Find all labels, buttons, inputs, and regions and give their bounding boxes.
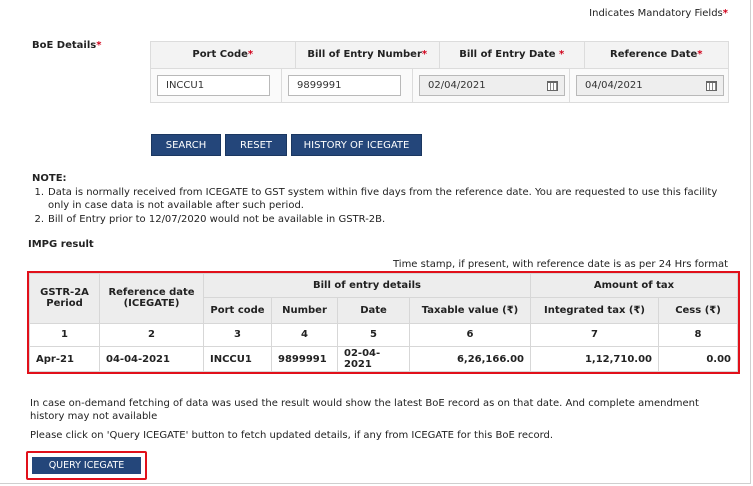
boe-number-header: Bill of Entry Number*: [295, 42, 440, 68]
calendar-icon[interactable]: [547, 80, 558, 91]
date-cell: 02-04-2021: [337, 346, 410, 372]
query-icegate-button[interactable]: QUERY ICEGATE: [32, 457, 141, 474]
boe-details-label: BoE Details*: [32, 40, 102, 51]
taxable-value-cell: 6,26,166.00: [409, 346, 531, 372]
boe-details-form: Port Code* Bill of Entry Number* Bill of…: [150, 41, 729, 103]
date-col-header: Date: [337, 296, 410, 324]
reference-date-header: Reference Date*: [584, 42, 728, 68]
reference-date-cell: 04-04-2021: [99, 346, 204, 372]
boe-number-input[interactable]: 9899991: [288, 75, 401, 96]
reference-date-input[interactable]: 04/04/2021: [576, 75, 724, 96]
history-of-icegate-button[interactable]: HISTORY OF ICEGATE: [291, 134, 422, 156]
query-icegate-highlight: QUERY ICEGATE: [26, 451, 147, 480]
amount-of-tax-group-header: Amount of tax: [530, 273, 738, 298]
taxable-value-col-header: Taxable value (₹): [409, 296, 531, 324]
calendar-icon[interactable]: [706, 80, 717, 91]
table-row: Apr-21 04-04-2021 INCCU1 9899991 02-04-2…: [29, 346, 738, 372]
number-cell: 9899991: [271, 346, 338, 372]
cess-col-header: Cess (₹): [658, 296, 738, 324]
port-code-cell: INCCU1: [203, 346, 272, 372]
impg-result-title: IMPG result: [28, 239, 94, 250]
period-header: GSTR-2A Period: [29, 273, 100, 324]
reset-button[interactable]: RESET: [225, 134, 287, 156]
integrated-tax-col-header: Integrated tax (₹): [530, 296, 659, 324]
port-code-header: Port Code*: [151, 42, 296, 68]
boe-date-header: Bill of Entry Date *: [440, 42, 585, 68]
note-item: 1. Data is normally received from ICEGAT…: [34, 187, 718, 211]
timestamp-note: Time stamp, if present, with reference d…: [392, 259, 728, 270]
note-item: 2. Bill of Entry prior to 12/07/2020 wou…: [34, 214, 386, 225]
mandatory-fields-note: Indicates Mandatory Fields*: [589, 8, 728, 19]
boe-form-header: Port Code* Bill of Entry Number* Bill of…: [151, 42, 728, 68]
note-list: 1. Data is normally received from ICEGAT…: [32, 186, 737, 227]
search-button[interactable]: SEARCH: [151, 134, 221, 156]
number-col-header: Number: [271, 296, 338, 324]
port-code-input[interactable]: INCCU1: [157, 75, 270, 96]
impg-result-table: GSTR-2A Period Reference date (ICEGATE) …: [27, 271, 740, 374]
reference-date-col-header: Reference date (ICEGATE): [99, 273, 204, 324]
boe-form-inputs: INCCU1 9899991 02/04/2021 04/04/2021: [151, 68, 728, 102]
period-cell: Apr-21: [29, 346, 100, 372]
port-code-col-header: Port code: [203, 296, 272, 324]
boe-details-group-header: Bill of entry details: [203, 273, 531, 298]
on-demand-note: In case on-demand fetching of data was u…: [30, 398, 699, 422]
boe-date-input[interactable]: 02/04/2021: [419, 75, 565, 96]
cess-cell: 0.00: [658, 346, 738, 372]
integrated-tax-cell: 1,12,710.00: [530, 346, 659, 372]
query-instruction: Please click on 'Query ICEGATE' button t…: [30, 430, 554, 441]
column-index-row: 1 2 3 4 5 6 7 8: [29, 322, 738, 348]
note-title: NOTE:: [32, 173, 67, 184]
